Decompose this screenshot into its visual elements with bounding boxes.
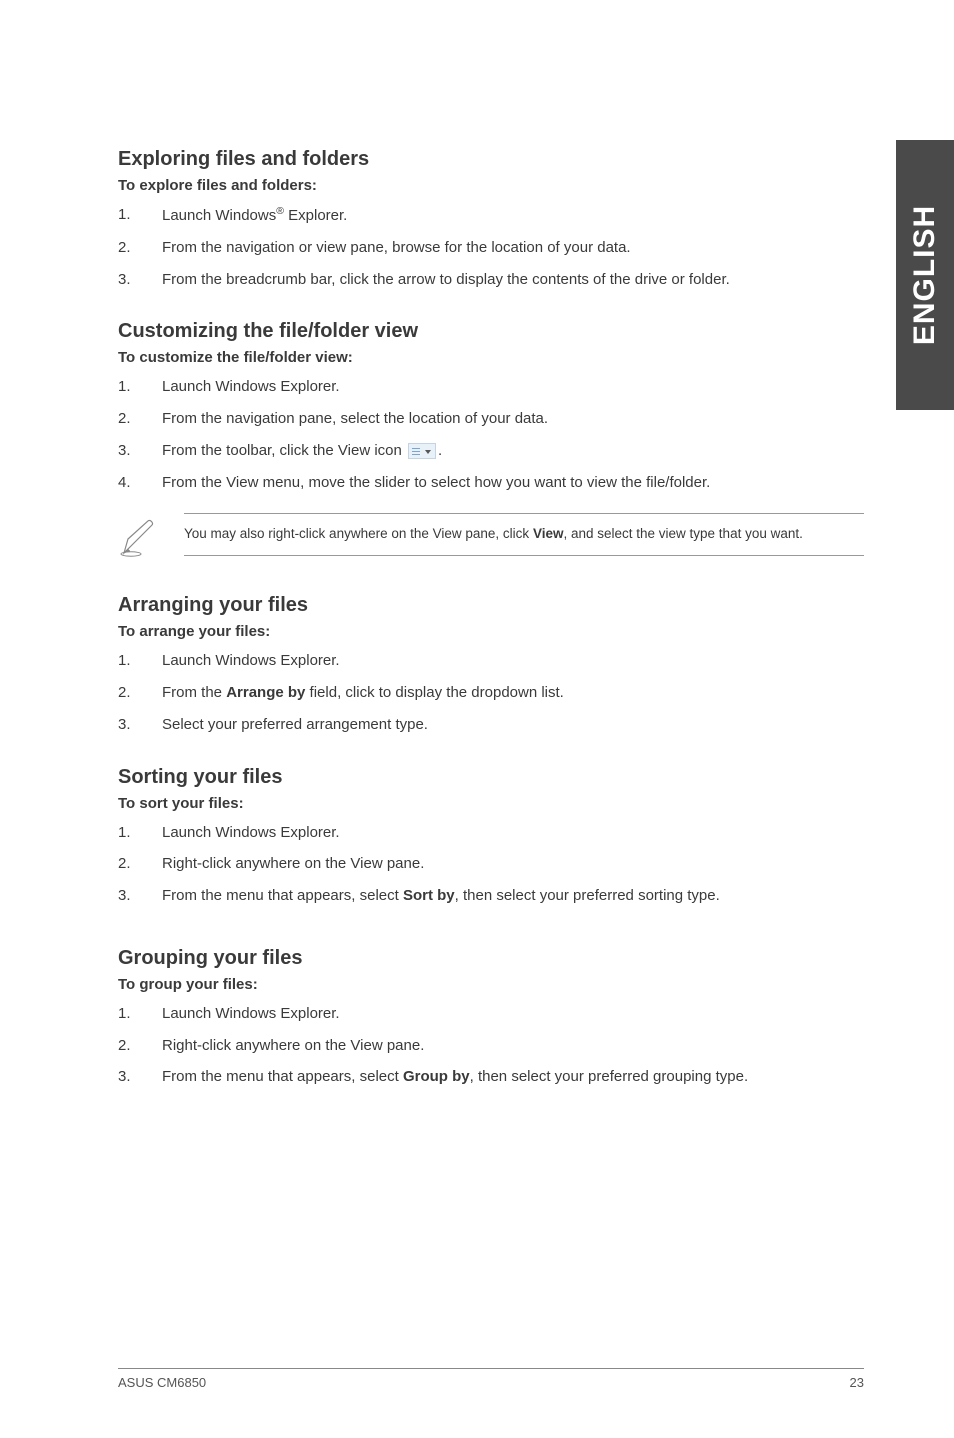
page-content: Exploring files and folders To explore f… bbox=[0, 0, 954, 1088]
step-text: Launch Windows Explorer. bbox=[162, 822, 864, 844]
list-item: 3. Select your preferred arrangement typ… bbox=[118, 714, 864, 736]
list-item: 3. From the breadcrumb bar, click the ar… bbox=[118, 269, 864, 291]
heading-arranging: Arranging your files bbox=[118, 594, 864, 617]
step-text: From the Arrange by field, click to disp… bbox=[162, 682, 864, 704]
step-number: 2. bbox=[118, 408, 132, 430]
step-number: 1. bbox=[118, 650, 132, 672]
list-item: 3. From the menu that appears, select Gr… bbox=[118, 1066, 864, 1088]
list-sorting: 1. Launch Windows Explorer. 2. Right-cli… bbox=[118, 822, 864, 907]
list-exploring: 1. Launch Windows® Explorer. 2. From the… bbox=[118, 204, 864, 290]
subheading-customizing: To customize the file/folder view: bbox=[118, 349, 864, 366]
list-item: 1. Launch Windows Explorer. bbox=[118, 376, 864, 398]
step-number: 2. bbox=[118, 1035, 132, 1057]
list-item: 2. From the Arrange by field, click to d… bbox=[118, 682, 864, 704]
list-item: 1. Launch Windows Explorer. bbox=[118, 1003, 864, 1025]
heading-customizing: Customizing the file/folder view bbox=[118, 320, 864, 343]
step-number: 3. bbox=[118, 440, 132, 462]
note-block: You may also right-click anywhere on the… bbox=[118, 513, 864, 564]
step-text: From the navigation or view pane, browse… bbox=[162, 237, 864, 259]
footer-left: ASUS CM6850 bbox=[118, 1375, 206, 1390]
step-number: 3. bbox=[118, 1066, 132, 1088]
step-number: 3. bbox=[118, 714, 132, 736]
heading-grouping: Grouping your files bbox=[118, 947, 864, 970]
view-icon bbox=[408, 443, 436, 459]
list-item: 1. Launch Windows Explorer. bbox=[118, 822, 864, 844]
step-number: 1. bbox=[118, 822, 132, 844]
step-number: 2. bbox=[118, 853, 132, 875]
footer-page-number: 23 bbox=[850, 1375, 864, 1390]
step-number: 2. bbox=[118, 237, 132, 259]
step-number: 3. bbox=[118, 885, 132, 907]
list-grouping: 1. Launch Windows Explorer. 2. Right-cli… bbox=[118, 1003, 864, 1088]
step-number: 1. bbox=[118, 376, 132, 398]
list-item: 3. From the toolbar, click the View icon… bbox=[118, 440, 864, 462]
step-text: From the toolbar, click the View icon . bbox=[162, 440, 864, 462]
step-text: Launch Windows® Explorer. bbox=[162, 204, 864, 227]
step-text: Launch Windows Explorer. bbox=[162, 1003, 864, 1025]
list-arranging: 1. Launch Windows Explorer. 2. From the … bbox=[118, 650, 864, 735]
list-item: 2. Right-click anywhere on the View pane… bbox=[118, 853, 864, 875]
list-item: 2. From the navigation pane, select the … bbox=[118, 408, 864, 430]
subheading-exploring: To explore files and folders: bbox=[118, 177, 864, 194]
step-number: 1. bbox=[118, 204, 132, 227]
step-text: From the menu that appears, select Group… bbox=[162, 1066, 864, 1088]
heading-exploring: Exploring files and folders bbox=[118, 148, 864, 171]
step-text: From the breadcrumb bar, click the arrow… bbox=[162, 269, 864, 291]
step-text: Right-click anywhere on the View pane. bbox=[162, 853, 864, 875]
note-text: You may also right-click anywhere on the… bbox=[184, 513, 864, 555]
subheading-sorting: To sort your files: bbox=[118, 795, 864, 812]
subheading-grouping: To group your files: bbox=[118, 976, 864, 993]
step-number: 2. bbox=[118, 682, 132, 704]
step-text: From the navigation pane, select the loc… bbox=[162, 408, 864, 430]
step-text: From the View menu, move the slider to s… bbox=[162, 472, 864, 494]
page-footer: ASUS CM6850 23 bbox=[118, 1368, 864, 1390]
step-number: 1. bbox=[118, 1003, 132, 1025]
list-item: 2. Right-click anywhere on the View pane… bbox=[118, 1035, 864, 1057]
list-item: 2. From the navigation or view pane, bro… bbox=[118, 237, 864, 259]
pencil-icon bbox=[118, 513, 160, 564]
step-text: Select your preferred arrangement type. bbox=[162, 714, 864, 736]
step-text: Launch Windows Explorer. bbox=[162, 376, 864, 398]
list-customizing: 1. Launch Windows Explorer. 2. From the … bbox=[118, 376, 864, 493]
list-item: 4. From the View menu, move the slider t… bbox=[118, 472, 864, 494]
list-item: 1. Launch Windows Explorer. bbox=[118, 650, 864, 672]
step-text: From the menu that appears, select Sort … bbox=[162, 885, 864, 907]
list-item: 1. Launch Windows® Explorer. bbox=[118, 204, 864, 227]
step-number: 3. bbox=[118, 269, 132, 291]
heading-sorting: Sorting your files bbox=[118, 766, 864, 789]
step-text: Right-click anywhere on the View pane. bbox=[162, 1035, 864, 1057]
list-item: 3. From the menu that appears, select So… bbox=[118, 885, 864, 907]
step-text: Launch Windows Explorer. bbox=[162, 650, 864, 672]
subheading-arranging: To arrange your files: bbox=[118, 623, 864, 640]
step-number: 4. bbox=[118, 472, 132, 494]
